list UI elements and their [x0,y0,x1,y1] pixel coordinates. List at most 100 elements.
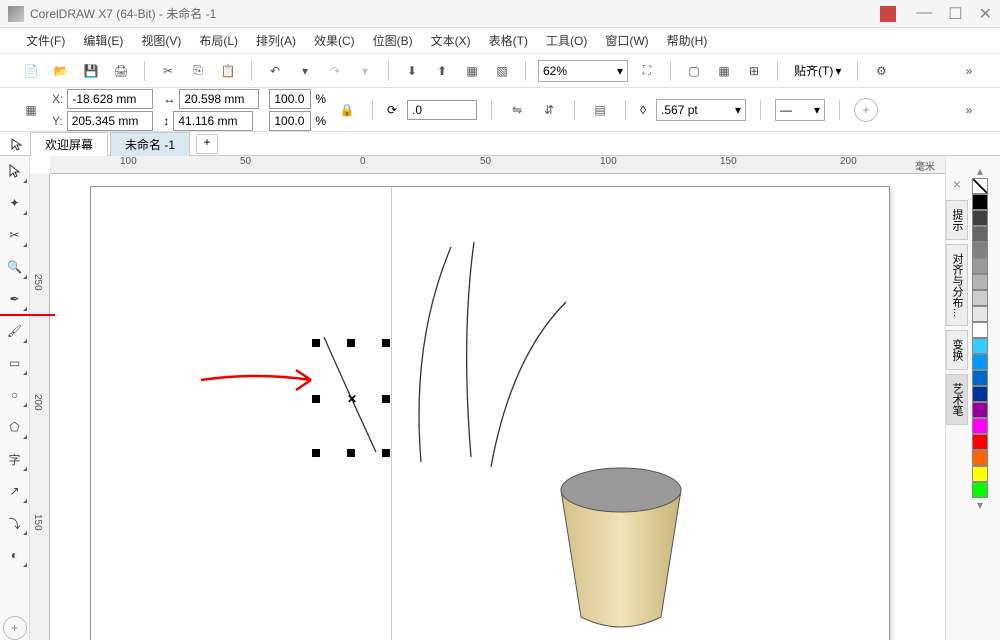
menu-effects[interactable]: 效果(C) [308,30,361,51]
selection-handle[interactable] [347,339,355,347]
menu-text[interactable]: 文本(X) [425,30,477,51]
color-swatch[interactable] [972,370,988,386]
canvas-area[interactable]: 100 50 0 50 100 150 200 毫米 250 200 150 [30,156,945,640]
rectangle-tool[interactable]: ▭ [4,352,26,374]
color-swatch[interactable] [972,354,988,370]
crop-tool[interactable]: ✂ [4,224,26,246]
menu-layout[interactable]: 布局(L) [193,30,244,51]
copy-button[interactable]: ⎘ [187,60,209,82]
maximize-button[interactable]: ☐ [948,4,962,24]
options-button[interactable]: ⚙ [870,60,892,82]
selection-handle[interactable] [382,339,390,347]
toolbox-customize-button[interactable]: + [3,616,27,640]
color-swatch[interactable] [972,274,988,290]
connector-tool[interactable]: ⤵ [4,512,26,534]
color-swatch[interactable] [972,322,988,338]
curve-object[interactable] [481,297,581,477]
color-swatch[interactable] [972,306,988,322]
freehand-tool[interactable]: ✒ [4,288,26,310]
selection-handle[interactable] [312,339,320,347]
selection-handle[interactable] [312,395,320,403]
user-icon[interactable] [880,6,896,22]
color-swatch[interactable] [972,466,988,482]
show-grid-button[interactable]: ▦ [713,60,735,82]
color-swatch[interactable] [972,434,988,450]
redo-button[interactable]: ↷ [324,60,346,82]
property-overflow-icon[interactable]: » [958,99,980,121]
menu-arrange[interactable]: 排列(A) [250,30,302,51]
zoom-tool[interactable]: 🔍 [4,256,26,278]
ellipse-tool[interactable]: ○ [4,384,26,406]
drawing-page[interactable]: ✕ [90,186,890,640]
docker-align[interactable]: 对齐与分布... [946,244,968,326]
color-swatch[interactable] [972,338,988,354]
height-input[interactable] [173,111,253,131]
new-button[interactable]: 📄 [20,60,42,82]
docker-artistic[interactable]: 艺术笔 [946,374,968,425]
show-guides-button[interactable]: ⊞ [743,60,765,82]
lock-ratio-button[interactable]: 🔒 [336,99,358,121]
tab-doc1[interactable]: 未命名 -1 [110,132,190,156]
cup-object[interactable] [551,462,691,632]
add-preset-button[interactable]: + [854,98,878,122]
color-swatch[interactable] [972,450,988,466]
mirror-v-button[interactable]: ⇵ [538,99,560,121]
color-swatch[interactable] [972,402,988,418]
palette-up-icon[interactable]: ▴ [977,164,983,178]
menu-view[interactable]: 视图(V) [135,30,187,51]
color-swatch[interactable] [972,386,988,402]
x-position-input[interactable] [67,89,153,109]
pick-tool[interactable] [4,160,26,182]
wrap-button[interactable]: ▤ [589,99,611,121]
y-position-input[interactable] [67,111,153,131]
menu-table[interactable]: 表格(T) [483,30,534,51]
redo-drop-icon[interactable]: ▾ [354,60,376,82]
polygon-tool[interactable]: ⬠ [4,416,26,438]
open-button[interactable]: 📂 [50,60,72,82]
undo-drop-icon[interactable]: ▾ [294,60,316,82]
artistic-media-tool[interactable]: 🖌 [4,320,26,342]
outline-width-select[interactable]: .567 pt ▾ [656,99,746,121]
minimize-button[interactable]: — [916,4,932,24]
color-swatch[interactable] [972,226,988,242]
docker-transform[interactable]: 变换 [946,330,968,370]
color-swatch[interactable] [972,242,988,258]
text-tool[interactable]: 字 [4,448,26,470]
color-swatch[interactable] [972,290,988,306]
interactive-tool[interactable]: ◐ [4,544,26,566]
toolbar-overflow-icon[interactable]: » [958,60,980,82]
color-swatch[interactable] [972,210,988,226]
paste-button[interactable]: 📋 [217,60,239,82]
menu-edit[interactable]: 编辑(E) [77,30,129,51]
shape-tool[interactable]: ✦ [4,192,26,214]
fullscreen-button[interactable]: ⛶ [636,60,658,82]
tab-welcome[interactable]: 欢迎屏幕 [30,132,108,156]
import-button[interactable]: ⬇ [401,60,423,82]
scale-x-input[interactable] [269,89,311,109]
menu-window[interactable]: 窗口(W) [599,30,654,51]
no-color-swatch[interactable] [972,178,988,194]
menu-help[interactable]: 帮助(H) [661,30,714,51]
publish-button[interactable]: ▦ [461,60,483,82]
color-swatch[interactable] [972,482,988,498]
color-swatch[interactable] [972,418,988,434]
dimension-tool[interactable]: ↗ [4,480,26,502]
print-button[interactable]: 🖨 [110,60,132,82]
save-button[interactable]: 💾 [80,60,102,82]
cut-button[interactable]: ✂ [157,60,179,82]
docker-close-button[interactable]: × [953,176,961,192]
tab-new-button[interactable]: + [196,134,218,154]
docker-hints[interactable]: 提示 [946,200,968,240]
selection-handle[interactable] [312,449,320,457]
snap-dropdown[interactable]: 贴齐(T) ▾ [790,62,845,79]
palette-down-icon[interactable]: ▾ [977,498,983,512]
selection-handle[interactable] [347,449,355,457]
mirror-h-button[interactable]: ⇋ [506,99,528,121]
selection-center-icon[interactable]: ✕ [347,392,357,402]
width-input[interactable] [179,89,259,109]
zoom-select[interactable]: 62% ▾ [538,60,628,82]
undo-button[interactable]: ↶ [264,60,286,82]
color-swatch[interactable] [972,194,988,210]
menu-tools[interactable]: 工具(O) [540,30,593,51]
selection-handle[interactable] [382,449,390,457]
